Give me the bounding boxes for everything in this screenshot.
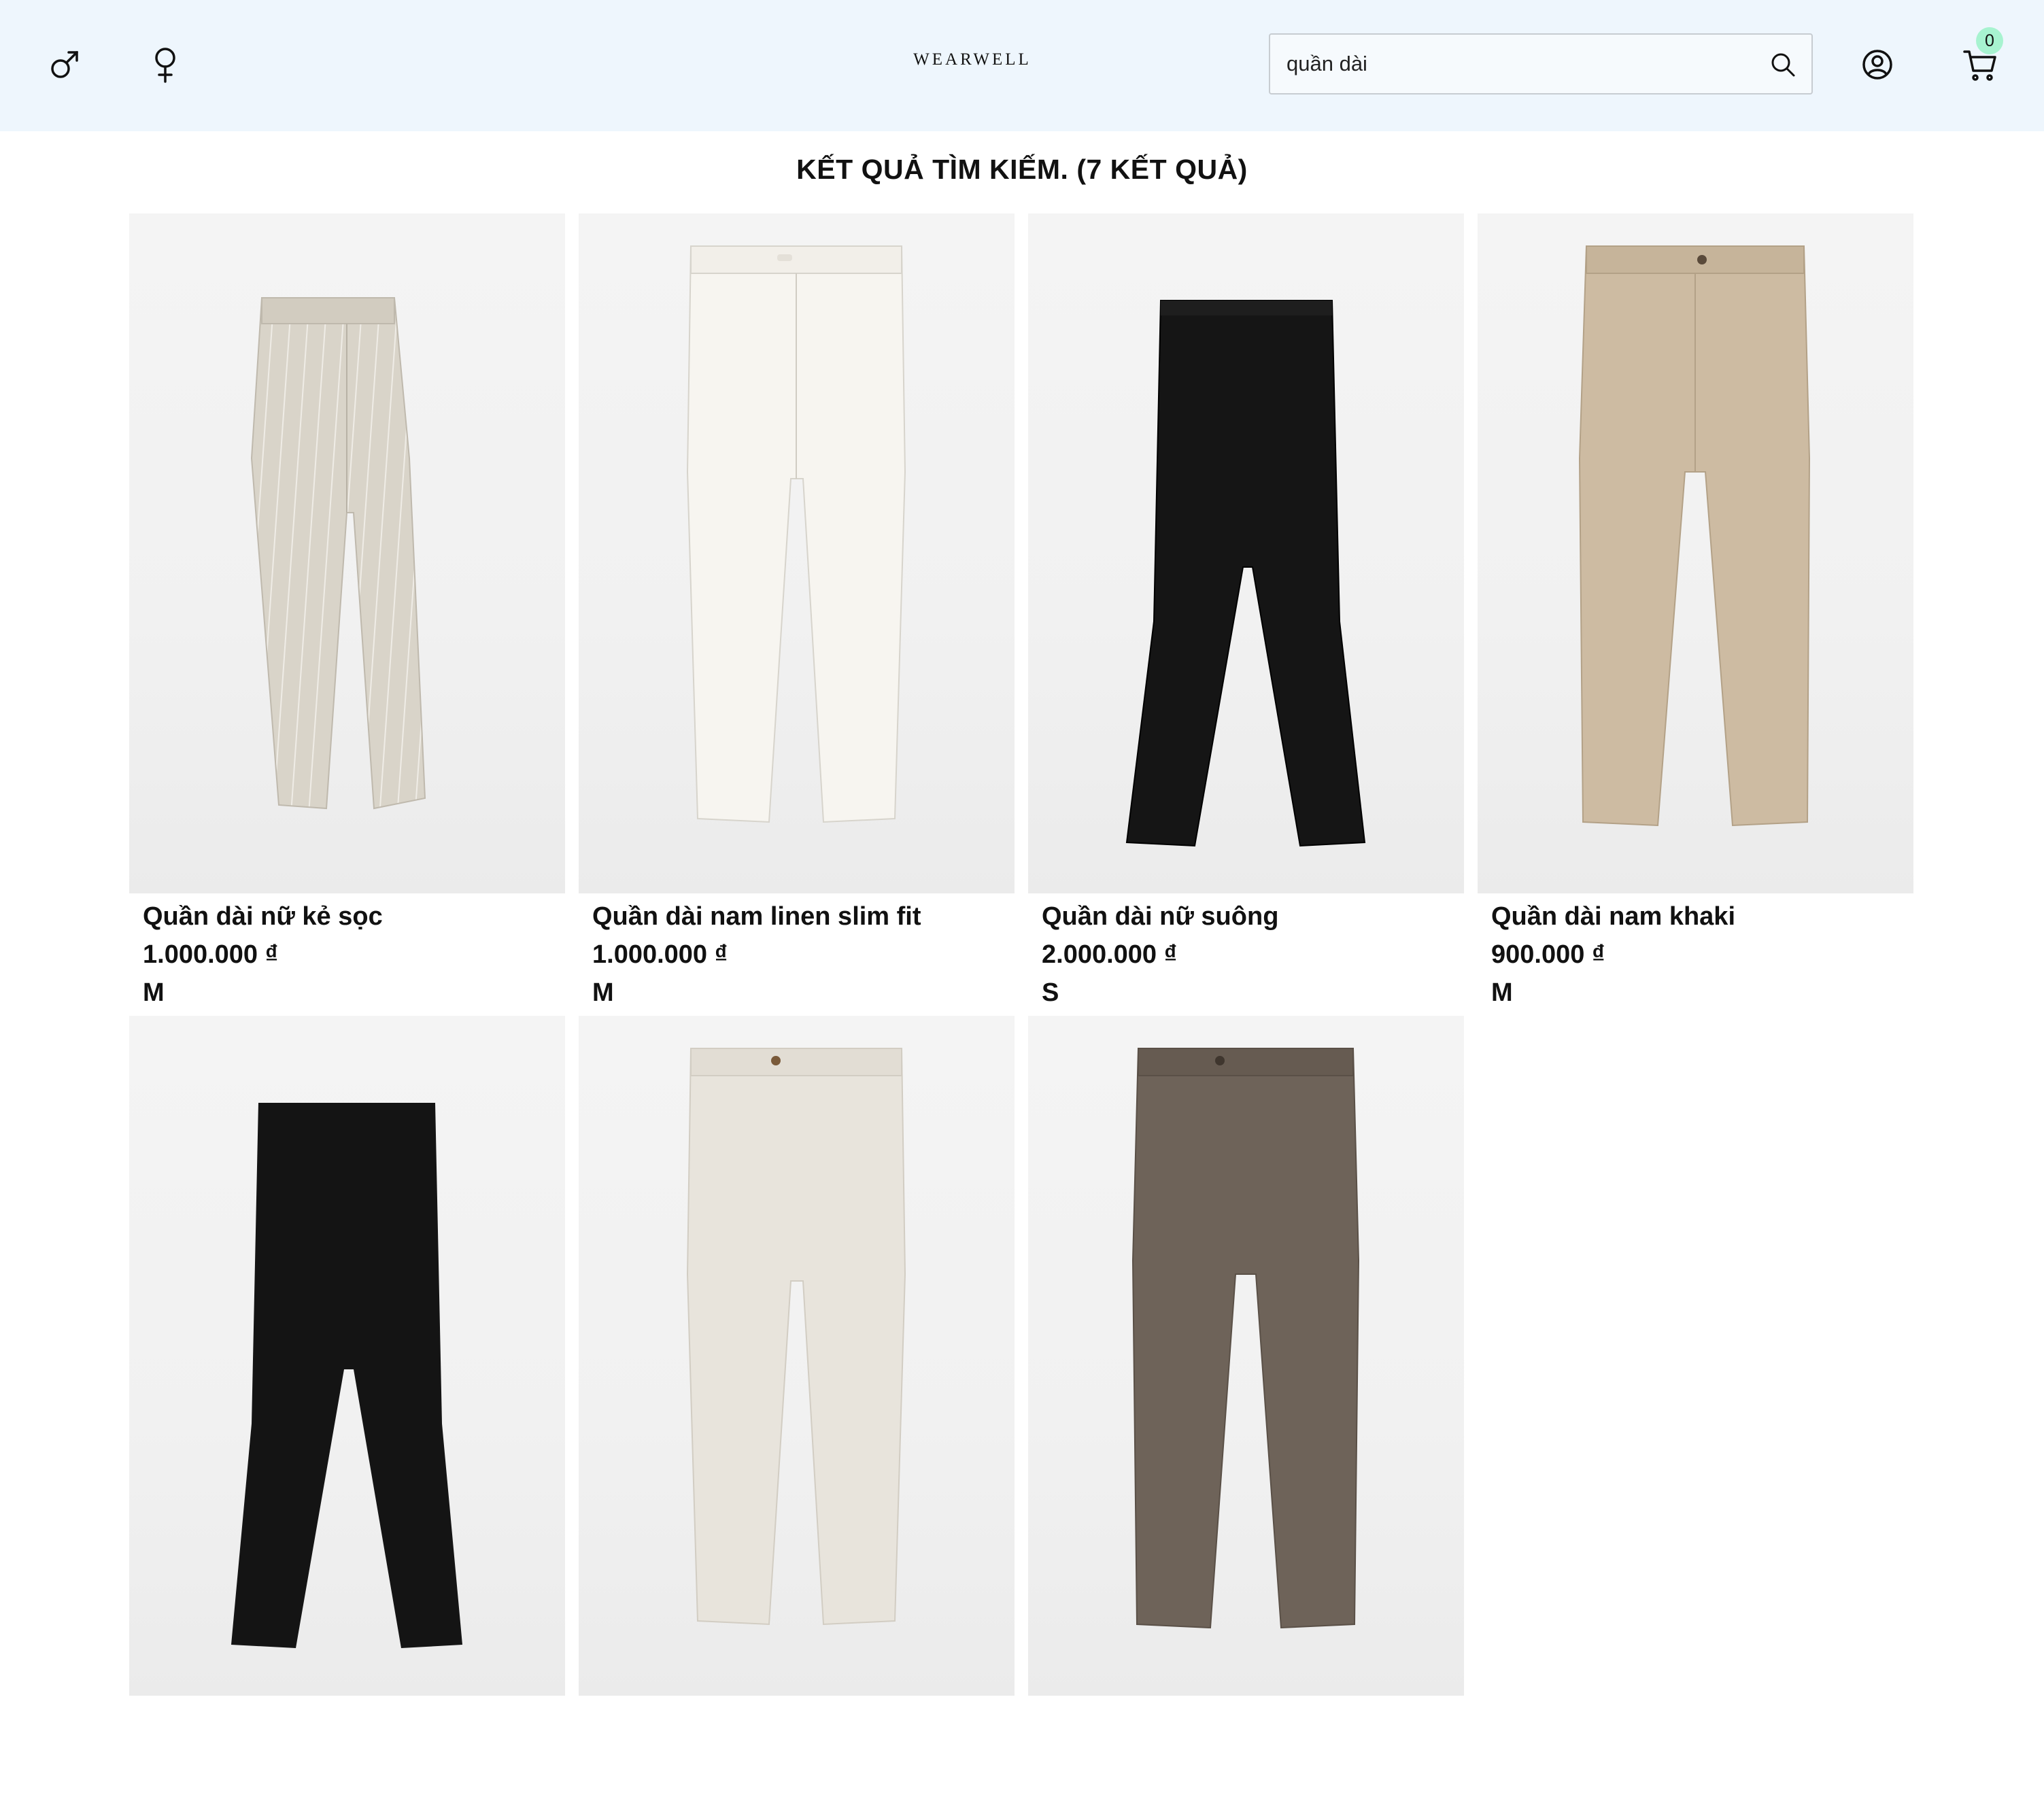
site-header: WEARWELL 0 [0,0,2044,131]
male-symbol-icon[interactable] [41,41,88,88]
product-card[interactable] [129,1016,565,1814]
product-card[interactable]: Quần dài nữ kẻ sọc 1.000.000 ₫ M [129,213,565,1012]
product-image[interactable] [129,1016,565,1696]
product-price: 2.000.000 ₫ [1042,940,1178,969]
product-grid: Quần dài nữ kẻ sọc 1.000.000 ₫ M Quần dà… [129,213,1913,1814]
product-name[interactable] [1042,1700,1450,1738]
product-name[interactable]: Quần dài nữ kẻ sọc [143,897,551,936]
product-name[interactable]: Quần dài nam khaki [1491,897,1900,936]
search-box [1269,33,1813,95]
product-image[interactable] [1478,213,1913,893]
product-image[interactable] [129,213,565,893]
product-name[interactable]: Quần dài nam linen slim fit [592,897,1001,936]
female-symbol-icon[interactable] [141,41,189,88]
user-circle-icon[interactable] [1854,41,1901,88]
site-logo[interactable]: WEARWELL [850,50,1095,78]
product-size: M [592,978,614,1007]
product-size: S [1042,978,1059,1007]
product-card[interactable] [579,1016,1015,1814]
product-card[interactable] [1028,1016,1464,1814]
product-size: M [143,978,165,1007]
product-name[interactable] [143,1700,551,1738]
product-size: M [1491,978,1513,1007]
product-price: 900.000 ₫ [1491,940,1605,969]
product-card[interactable]: Quần dài nam linen slim fit 1.000.000 ₫ … [579,213,1015,1012]
product-price [592,1738,1001,1776]
product-price [1042,1738,1450,1776]
product-price: 1.000.000 ₫ [143,940,279,969]
product-name[interactable] [592,1700,1001,1738]
product-image[interactable] [1028,213,1464,893]
product-name[interactable]: Quần dài nữ suông [1042,897,1450,936]
product-image[interactable] [579,1016,1015,1696]
cart-count-badge: 0 [1976,27,2003,54]
search-results-title: KẾT QUẢ TÌM KIẾM. (7 KẾT QUẢ) [796,154,1248,185]
product-card[interactable]: Quần dài nam khaki 900.000 ₫ M [1478,213,1913,1012]
product-size [592,1776,1001,1814]
product-price: 1.000.000 ₫ [592,940,728,969]
product-image[interactable] [579,213,1015,893]
product-size [1042,1776,1450,1814]
product-price [143,1738,551,1776]
product-size [143,1776,551,1814]
search-icon[interactable] [1762,44,1803,85]
product-image[interactable] [1028,1016,1464,1696]
search-input[interactable] [1287,35,1749,93]
product-card[interactable]: Quần dài nữ suông 2.000.000 ₫ S [1028,213,1464,1012]
